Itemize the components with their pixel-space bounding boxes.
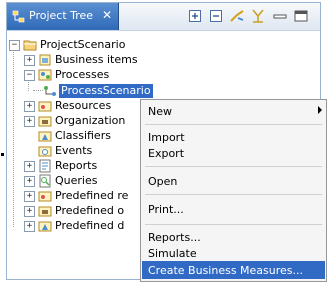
menu-separator bbox=[145, 224, 322, 225]
project-tree-icon bbox=[12, 10, 25, 23]
processes-icon bbox=[38, 69, 52, 81]
view-title-bar: Project Tree ✕ bbox=[7, 3, 320, 31]
tab-title: Project Tree bbox=[29, 9, 94, 22]
expand-toggle[interactable]: + bbox=[24, 116, 35, 127]
expand-toggle[interactable]: + bbox=[24, 191, 35, 202]
close-icon[interactable]: ✕ bbox=[102, 8, 112, 22]
menu-item-new[interactable]: New bbox=[142, 102, 325, 120]
tree-item-label: Organization bbox=[55, 114, 126, 127]
organization-icon bbox=[38, 116, 52, 127]
predefined-organization-icon bbox=[38, 206, 52, 217]
tree-item-label: Predefined re bbox=[55, 189, 129, 202]
tree-item-label: ProcessScenario bbox=[59, 84, 153, 98]
menu-item-print[interactable]: Print... bbox=[142, 200, 325, 218]
link-icon[interactable] bbox=[229, 8, 245, 24]
expand-toggle[interactable]: + bbox=[24, 206, 35, 217]
menu-separator bbox=[145, 166, 322, 167]
collapse-all-icon[interactable] bbox=[208, 8, 224, 24]
menu-item-create-business-measures[interactable]: Create Business Measures... bbox=[142, 261, 325, 279]
business-items-icon bbox=[39, 54, 51, 66]
menu-separator bbox=[145, 194, 322, 195]
expand-all-icon[interactable] bbox=[187, 8, 203, 24]
events-icon bbox=[38, 146, 52, 157]
menu-item-simulate[interactable]: Simulate bbox=[142, 244, 325, 262]
tree-item-label: Classifiers bbox=[55, 129, 111, 142]
expand-toggle[interactable]: + bbox=[24, 55, 35, 66]
tree-item-label: Queries bbox=[55, 174, 98, 187]
expand-toggle[interactable]: + bbox=[24, 161, 35, 172]
menu-item-open[interactable]: Open bbox=[142, 172, 325, 190]
tree-item-label: ProjectScenario bbox=[40, 38, 126, 51]
submenu-arrow-icon bbox=[318, 106, 322, 114]
tree-item-label: Reports bbox=[55, 159, 98, 172]
predefined-classifiers-icon bbox=[38, 221, 52, 232]
tree-item-label: Predefined d bbox=[55, 219, 125, 232]
project-folder-icon bbox=[23, 40, 37, 51]
tree-item-label: Business items bbox=[55, 53, 138, 66]
collapse-toggle[interactable]: − bbox=[9, 40, 20, 51]
expand-toggle[interactable]: + bbox=[24, 101, 35, 112]
menu-item-export[interactable]: Export bbox=[142, 144, 325, 162]
expand-toggle[interactable]: + bbox=[24, 221, 35, 232]
process-scenario-icon bbox=[44, 86, 56, 96]
filter-icon[interactable] bbox=[250, 8, 266, 24]
context-menu: New Import Export Open Print... Reports.… bbox=[140, 99, 327, 282]
tab-project-tree[interactable]: Project Tree ✕ bbox=[7, 3, 119, 30]
predefined-resources-icon bbox=[38, 191, 52, 202]
bullet-marker bbox=[1, 153, 4, 156]
menu-separator bbox=[145, 124, 322, 125]
expand-toggle[interactable]: + bbox=[24, 176, 35, 187]
queries-icon bbox=[39, 174, 51, 188]
tree-item-label: Resources bbox=[55, 99, 112, 112]
classifiers-icon bbox=[38, 131, 52, 142]
maximize-icon[interactable] bbox=[293, 8, 309, 24]
reports-icon bbox=[39, 159, 51, 173]
collapse-toggle[interactable]: − bbox=[24, 70, 35, 81]
resources-icon bbox=[38, 101, 52, 112]
tree-item-label: Events bbox=[55, 144, 93, 157]
tree-item-label: Processes bbox=[55, 68, 110, 81]
tree-item-label: Predefined o bbox=[55, 204, 125, 217]
minimize-icon[interactable] bbox=[272, 8, 288, 24]
